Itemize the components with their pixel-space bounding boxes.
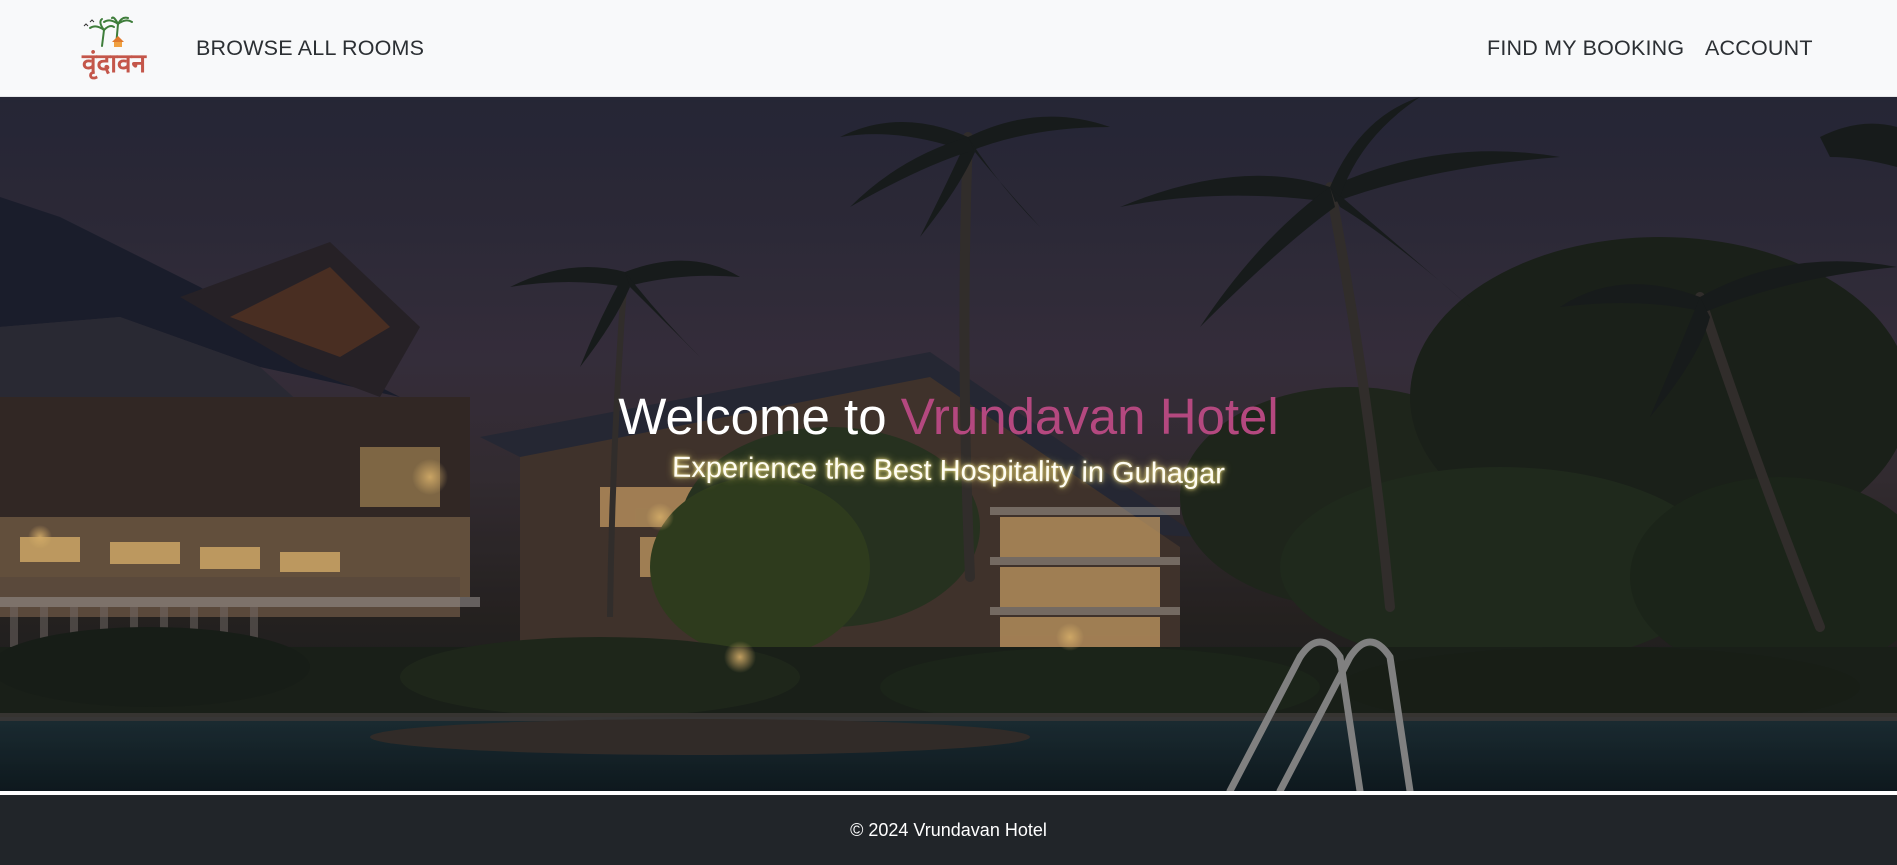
footer-copyright: © 2024 Vrundavan Hotel	[850, 819, 1047, 840]
navbar: वृंदावन BROWSE ALL ROOMS FIND MY BOOKING…	[0, 0, 1897, 97]
hero-title: Welcome to Vrundavan Hotel	[0, 387, 1897, 446]
nav-link-browse-rooms[interactable]: BROWSE ALL ROOMS	[196, 36, 424, 61]
nav-link-find-booking[interactable]: FIND MY BOOKING	[1487, 36, 1684, 61]
hero-title-accent: Vrundavan Hotel	[900, 388, 1279, 445]
footer: © 2024 Vrundavan Hotel	[0, 795, 1897, 865]
nav-link-account[interactable]: ACCOUNT	[1705, 36, 1813, 61]
hero-title-prefix: Welcome to	[618, 388, 901, 445]
brand-logo[interactable]: वृंदावन	[76, 16, 152, 80]
logo-text: वृंदावन	[81, 49, 147, 80]
hero-banner: Welcome to Vrundavan Hotel Experience th…	[0, 97, 1897, 791]
vrundavan-logo-icon: वृंदावन	[81, 16, 148, 80]
